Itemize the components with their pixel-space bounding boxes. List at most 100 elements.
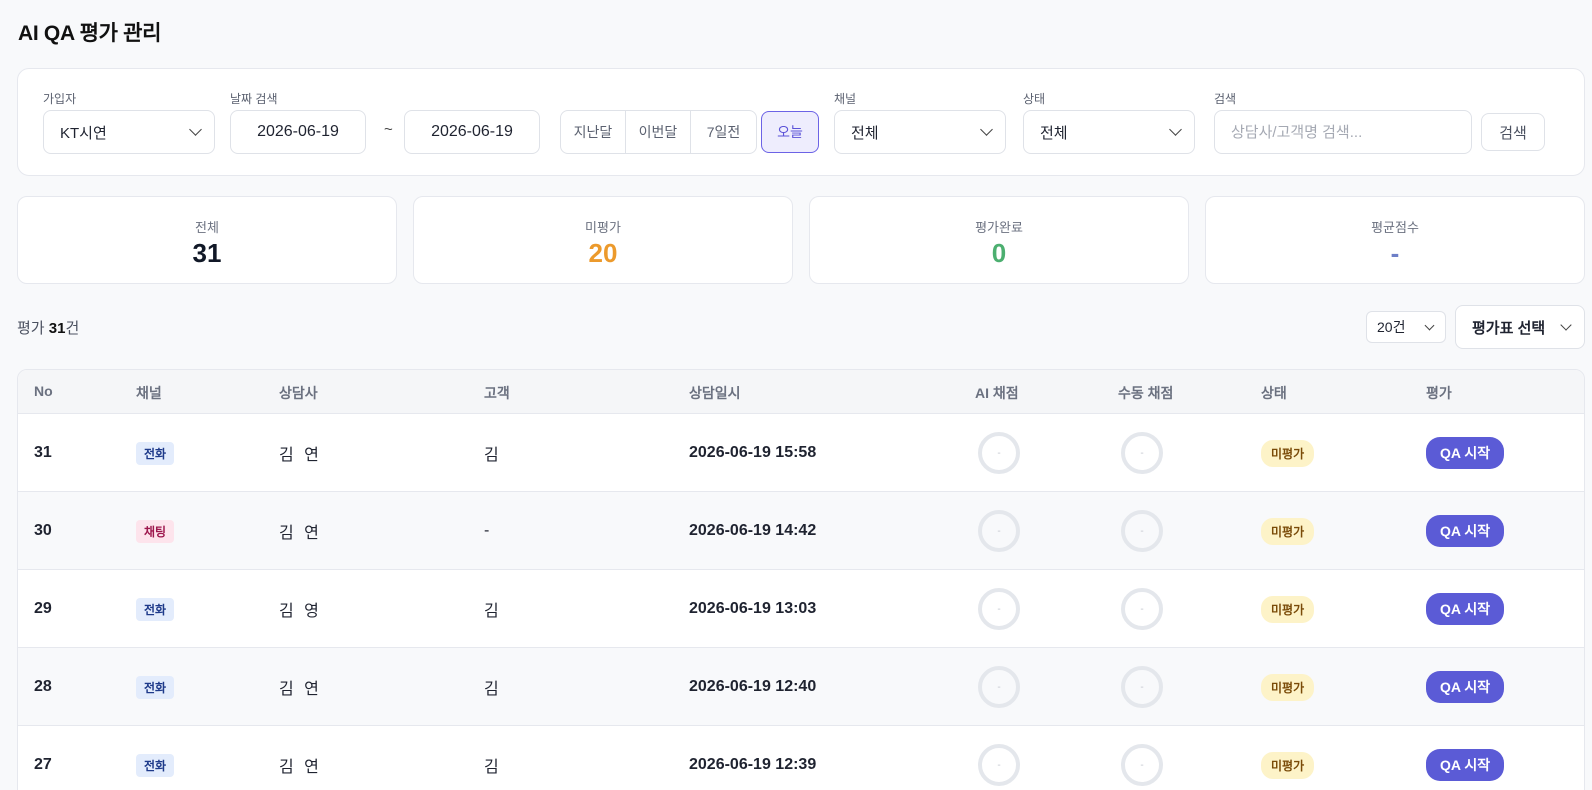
ai-score-ring: - [978,588,1020,630]
stat-label: 전체 [195,220,219,235]
stat-value: 0 [991,238,1007,268]
stat-value: 20 [588,238,618,268]
manual-score-ring: - [1121,432,1163,474]
qa-start-button[interactable]: QA 시작 [1426,593,1505,625]
chevron-down-icon [1560,318,1572,331]
evaluation-table: No 채널 상담사 고객 상담일시 AI 채점 수동 채점 상태 평가 31 전… [17,369,1585,790]
row-no: 30 [34,522,52,539]
stat-card-unevaluated: 미평가 20 [413,196,793,284]
consult-datetime: 2026-06-19 12:39 [689,756,817,773]
table-row[interactable]: 30 채팅 김 연 - 2026-06-19 14:42 - - 미평가 QA … [18,492,1584,570]
manual-score-ring: - [1121,510,1163,552]
column-header-channel: 채널 [136,385,162,401]
search-button[interactable]: 검색 [1481,113,1545,151]
chevron-down-icon [1169,123,1182,136]
stat-card-completed: 평가완료 0 [809,196,1189,284]
channel-select[interactable]: 전체 [834,110,1006,154]
end-date-field[interactable]: 2026-06-19 [404,110,540,154]
row-no: 28 [34,678,52,695]
consult-datetime: 2026-06-19 14:42 [689,522,817,539]
customer-name: - [484,522,490,539]
stat-label: 평균점수 [1371,220,1419,235]
column-header-status: 상태 [1261,385,1287,401]
consult-datetime: 2026-06-19 15:58 [689,444,817,461]
column-header-customer: 고객 [484,385,510,401]
list-count-suffix: 건 [65,320,80,337]
qa-start-button[interactable]: QA 시작 [1426,515,1505,547]
range-last-month-button[interactable]: 지난달 [561,111,626,153]
status-badge: 미평가 [1261,751,1315,779]
chevron-down-icon [1424,320,1435,330]
manual-score-ring: - [1121,588,1163,630]
column-header-evaluation: 평가 [1426,385,1452,401]
list-count-number: 31 [48,320,66,337]
date-range-separator: ~ [384,121,393,138]
page-size-select[interactable]: 20건 [1366,311,1446,343]
status-badge: 미평가 [1261,595,1315,623]
customer-name: 김 [484,447,499,464]
table-row[interactable]: 29 전화 김 영 김 2026-06-19 13:03 - - 미평가 QA … [18,570,1584,648]
table-header: No 채널 상담사 고객 상담일시 AI 채점 수동 채점 상태 평가 [18,370,1584,414]
column-header-datetime: 상담일시 [689,385,741,401]
list-count: 평가 31건 [17,317,79,338]
agent-name: 김 영 [279,603,319,620]
qa-start-button[interactable]: QA 시작 [1426,749,1505,781]
status-label: 상태 [1023,92,1046,106]
stat-card-average: 평균점수 - [1205,196,1585,284]
start-date-value: 2026-06-19 [257,123,339,140]
list-count-prefix: 평가 [17,320,49,337]
search-label: 검색 [1214,92,1237,106]
agent-name: 김 연 [279,759,319,776]
stat-card-total: 전체 31 [17,196,397,284]
table-row[interactable]: 27 전화 김 연 김 2026-06-19 12:39 - - 미평가 QA … [18,726,1584,790]
stat-label: 미평가 [585,220,621,235]
channel-label: 채널 [834,92,857,106]
stat-value: 31 [192,238,222,268]
consult-datetime: 2026-06-19 12:40 [689,678,817,695]
ai-score-ring: - [978,744,1020,786]
column-header-ai-score: AI 채점 [975,385,1019,401]
chevron-down-icon [980,123,993,136]
customer-name: 김 [484,759,499,776]
today-button[interactable]: 오늘 [761,111,819,153]
qa-start-button[interactable]: QA 시작 [1426,671,1505,703]
date-search-label: 날짜 검색 [230,92,278,106]
search-input[interactable] [1214,110,1472,154]
channel-value: 전체 [851,124,879,142]
start-date-field[interactable]: 2026-06-19 [230,110,366,154]
column-header-no: No [34,383,53,399]
filter-panel: 가입자 KT시연 날짜 검색 2026-06-19 ~ 2026-06-19 지… [17,68,1585,176]
column-header-manual-score: 수동 채점 [1118,385,1174,401]
status-value: 전체 [1040,124,1068,142]
end-date-value: 2026-06-19 [431,123,513,140]
agent-name: 김 연 [279,447,319,464]
manual-score-ring: - [1121,666,1163,708]
chevron-down-icon [189,123,202,136]
row-no: 27 [34,756,52,773]
column-header-agent: 상담사 [279,385,318,401]
agent-name: 김 연 [279,681,319,698]
stat-label: 평가완료 [975,220,1023,235]
subscriber-label: 가입자 [43,92,77,106]
channel-chip: 전화 [136,675,175,699]
ai-score-ring: - [978,666,1020,708]
page-size-value: 20건 [1377,319,1406,335]
subscriber-select[interactable]: KT시연 [43,110,215,154]
status-badge: 미평가 [1261,439,1315,467]
row-no: 29 [34,600,52,617]
qa-start-button[interactable]: QA 시작 [1426,437,1505,469]
range-7days-button[interactable]: 7일전 [691,111,756,153]
channel-chip: 채팅 [136,519,175,543]
ai-score-ring: - [978,510,1020,552]
table-row[interactable]: 31 전화 김 연 김 2026-06-19 15:58 - - 미평가 QA … [18,414,1584,492]
range-this-month-button[interactable]: 이번달 [626,111,691,153]
evaluation-sheet-select[interactable]: 평가표 선택 [1455,305,1585,349]
channel-chip: 전화 [136,597,175,621]
table-row[interactable]: 28 전화 김 연 김 2026-06-19 12:40 - - 미평가 QA … [18,648,1584,726]
manual-score-ring: - [1121,744,1163,786]
page-title: AI QA 평가 관리 [18,22,162,45]
subscriber-value: KT시연 [60,124,107,142]
status-select[interactable]: 전체 [1023,110,1195,154]
consult-datetime: 2026-06-19 13:03 [689,600,817,617]
status-badge: 미평가 [1261,517,1315,545]
